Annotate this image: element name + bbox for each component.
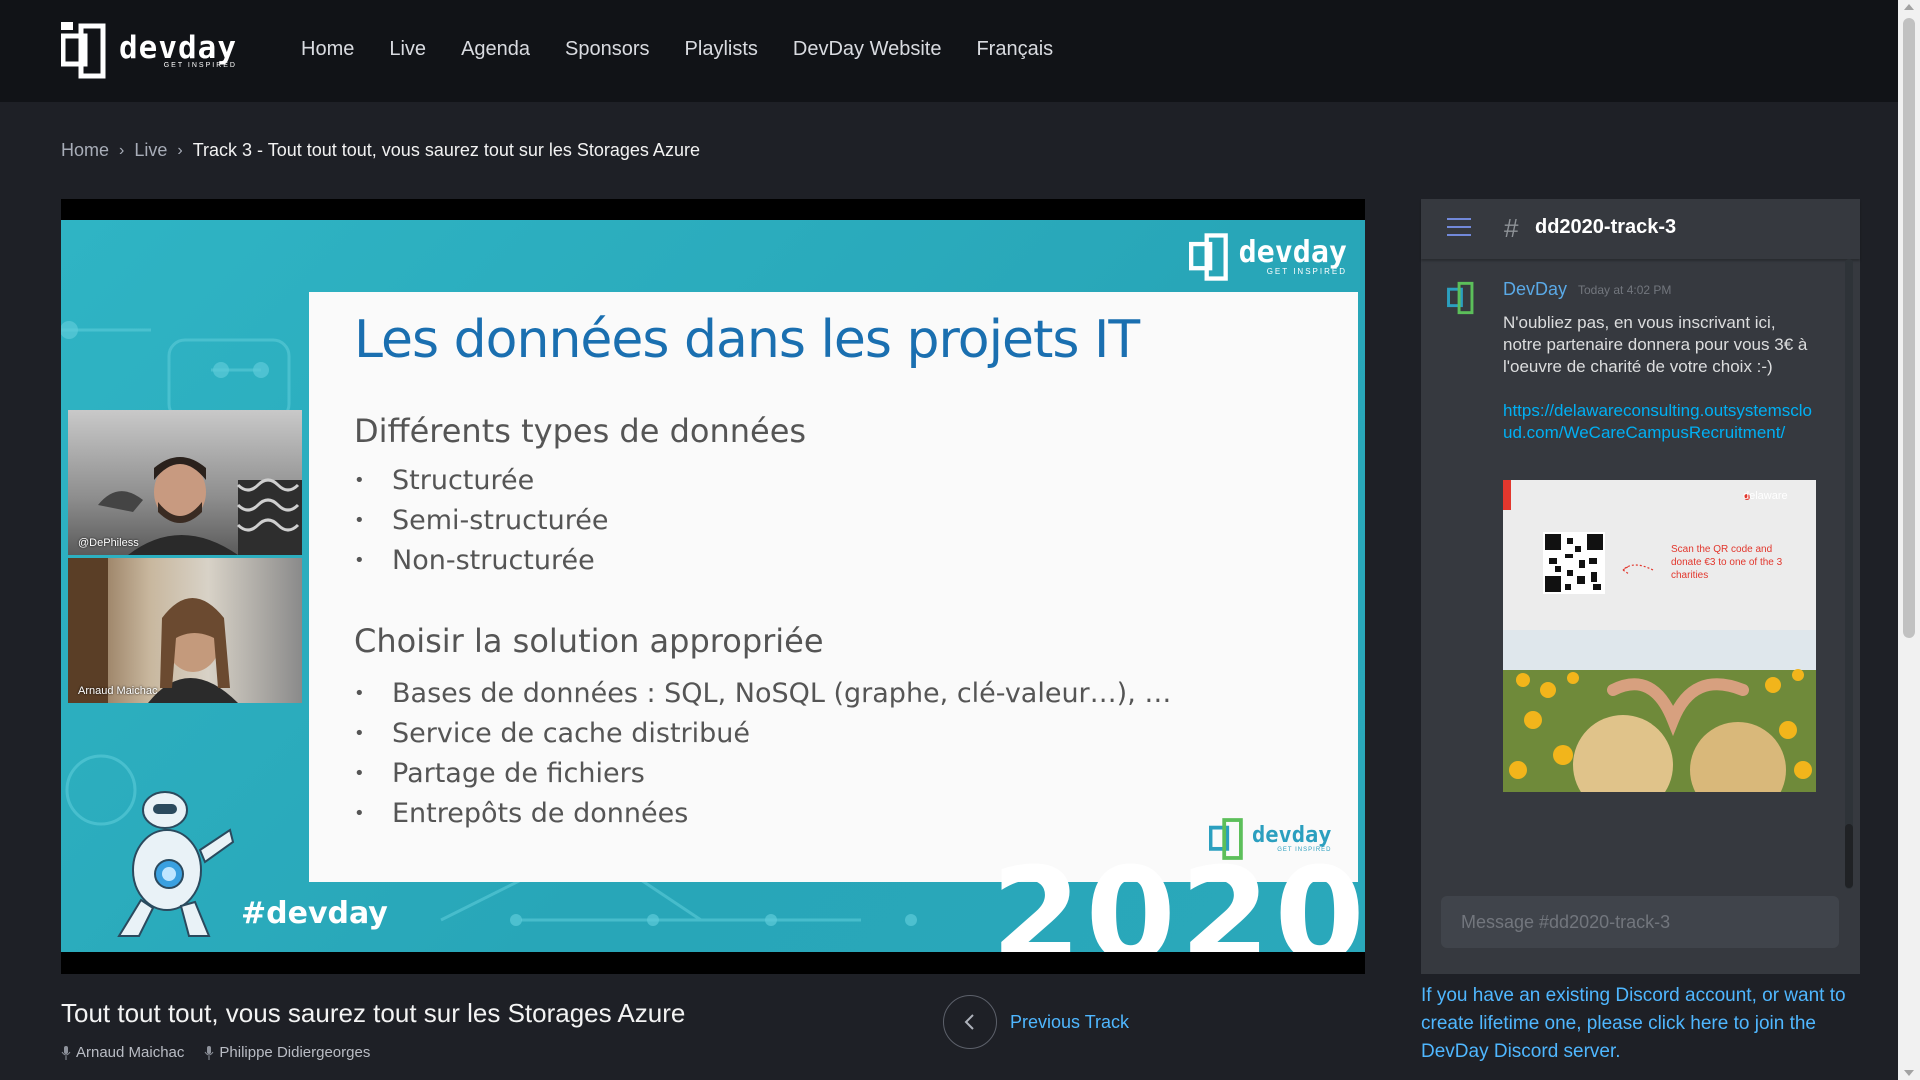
speaker-item[interactable]: Arnaud Maichac — [61, 1044, 184, 1061]
top-navbar: devday GET INSPIRED Home Live Agenda Spo… — [0, 0, 1898, 102]
logo-word: devday — [119, 30, 237, 66]
breadcrumb: Home › Live › Track 3 - Tout tout tout, … — [61, 140, 700, 161]
embed-brand: delaware — [1743, 490, 1788, 502]
nav-home[interactable]: Home — [301, 38, 354, 61]
join-discord-link[interactable]: If you have an existing Discord account,… — [1421, 982, 1861, 1066]
scroll-up-arrow-icon[interactable] — [1904, 4, 1914, 10]
webcam-person-2-image — [68, 558, 238, 703]
nav-sponsors[interactable]: Sponsors — [565, 38, 650, 61]
slide-list-item: • Partage de fichiers — [354, 757, 645, 789]
speaker-item[interactable]: Philippe Didiergeorges — [204, 1044, 370, 1061]
scroll-down-arrow-icon[interactable] — [1904, 1070, 1914, 1076]
slide-list-item: • Structurée — [354, 464, 535, 496]
slide-list-item: • Service de cache distribué — [354, 717, 751, 749]
talk-title: Tout tout tout, vous saurez tout sur les… — [61, 998, 686, 1028]
speaker-name: Arnaud Maichac — [76, 1044, 185, 1061]
discord-header: # dd2020-track-3 — [1421, 199, 1860, 259]
previous-track-button[interactable]: Previous Track — [943, 995, 1129, 1049]
logo-tagline: GET INSPIRED — [163, 62, 237, 69]
breadcrumb-current: Track 3 - Tout tout tout, vous saurez to… — [192, 140, 700, 160]
logo-text: devday GET INSPIRED — [119, 30, 237, 70]
hamburger-menu-icon[interactable] — [1447, 218, 1471, 238]
slide-section-2: Choisir la solution appropriée — [354, 622, 824, 660]
page-scrollbar-thumb[interactable] — [1903, 18, 1915, 638]
slide-list-1: • Structurée • Semi-structurée • Non-struct… — [354, 460, 608, 580]
microphone-icon — [204, 1045, 214, 1060]
slide-hashtag: #devday — [241, 896, 388, 931]
chevron-right-icon: › — [119, 141, 125, 159]
page-scrollbar[interactable] — [1898, 0, 1920, 1080]
main-nav: Home Live Agenda Sponsors Playlists DevD… — [301, 38, 1088, 61]
message-image-embed[interactable]: delaware Scan the QR code and donate €3 … — [1503, 480, 1816, 792]
nav-playlists[interactable]: Playlists — [685, 38, 758, 61]
speaker-name: Philippe Didiergeorges — [219, 1044, 371, 1061]
discord-scroll-track[interactable] — [1845, 259, 1853, 889]
slide-section-1: Différents types de données — [354, 412, 807, 450]
slide-title: Les données dans les projets IT — [354, 310, 1140, 370]
nav-language-francais[interactable]: Français — [976, 38, 1053, 61]
discord-scrollbar[interactable] — [1845, 824, 1853, 888]
slide-logo-tagline: GET INSPIRED — [1266, 267, 1347, 276]
breadcrumb-live[interactable]: Live — [134, 140, 167, 161]
slide-background: devday GET INSPIRED Les données dans les… — [61, 220, 1365, 952]
devday-logo-mark-icon — [1188, 233, 1228, 281]
devday-avatar-icon[interactable] — [1447, 281, 1477, 315]
chevron-left-icon — [964, 1014, 974, 1030]
slide-logo-word: devday — [1238, 235, 1347, 270]
discord-message-input[interactable] — [1441, 896, 1839, 948]
donation-qr-image — [1503, 480, 1816, 792]
webcam-label-2: Arnaud Maichac — [78, 685, 158, 697]
nav-live[interactable]: Live — [389, 38, 426, 61]
webcam-label-1: @DePhiless — [78, 537, 139, 549]
robot-mascot-icon — [117, 791, 235, 937]
slide-list-item: • Bases de données : SQL, NoSQL (graphe, … — [354, 677, 1172, 709]
embed-caption: Scan the QR code and donate €3 to one of… — [1671, 544, 1783, 581]
speaker-list: Arnaud Maichac Philippe Didiergeorges — [61, 1044, 390, 1061]
previous-track-label: Previous Track — [1010, 1011, 1130, 1032]
chevron-right-icon: › — [177, 141, 183, 159]
nav-devday-website[interactable]: DevDay Website — [793, 38, 942, 61]
discord-channel-name: dd2020-track-3 — [1535, 216, 1677, 238]
nav-agenda[interactable]: Agenda — [461, 38, 530, 61]
webcam-tile-2: Arnaud Maichac — [68, 558, 302, 703]
slide-list-2: • Bases de données : SQL, NoSQL (graphe, … — [354, 673, 1171, 833]
slide-list-item: • Semi-structurée — [354, 504, 609, 536]
slide-list-item: • Non-structurée — [354, 544, 595, 576]
message-timestamp: Today at 4:02 PM — [1578, 283, 1672, 297]
discord-widget: # dd2020-track-3 DevDay Today at 4:02 PM… — [1421, 199, 1860, 974]
webcam-tile-1: @DePhiless — [68, 410, 302, 555]
devday-logo-mark-icon — [61, 22, 106, 79]
previous-track-circle — [943, 995, 997, 1049]
slide-list-item: • Entrepôts de données — [354, 797, 689, 829]
microphone-icon — [61, 1045, 71, 1060]
webcam-person-1-image — [98, 457, 302, 555]
breadcrumb-home[interactable]: Home — [61, 140, 109, 161]
slide-year: 2020 — [991, 839, 1365, 952]
channel-hash-icon: # — [1504, 213, 1519, 243]
slide-logo-top: devday GET INSPIRED — [1188, 232, 1347, 282]
slide-card: Les données dans les projets IT Différen… — [309, 292, 1358, 882]
message-text: N'oubliez pas, en vous inscrivant ici, n… — [1503, 313, 1808, 376]
message-link[interactable]: https://delawareconsulting.outsystemsclo… — [1503, 400, 1818, 444]
video-player[interactable]: devday GET INSPIRED Les données dans les… — [61, 199, 1365, 974]
message-author[interactable]: DevDay — [1503, 279, 1567, 300]
devday-logo[interactable]: devday GET INSPIRED — [61, 22, 237, 80]
